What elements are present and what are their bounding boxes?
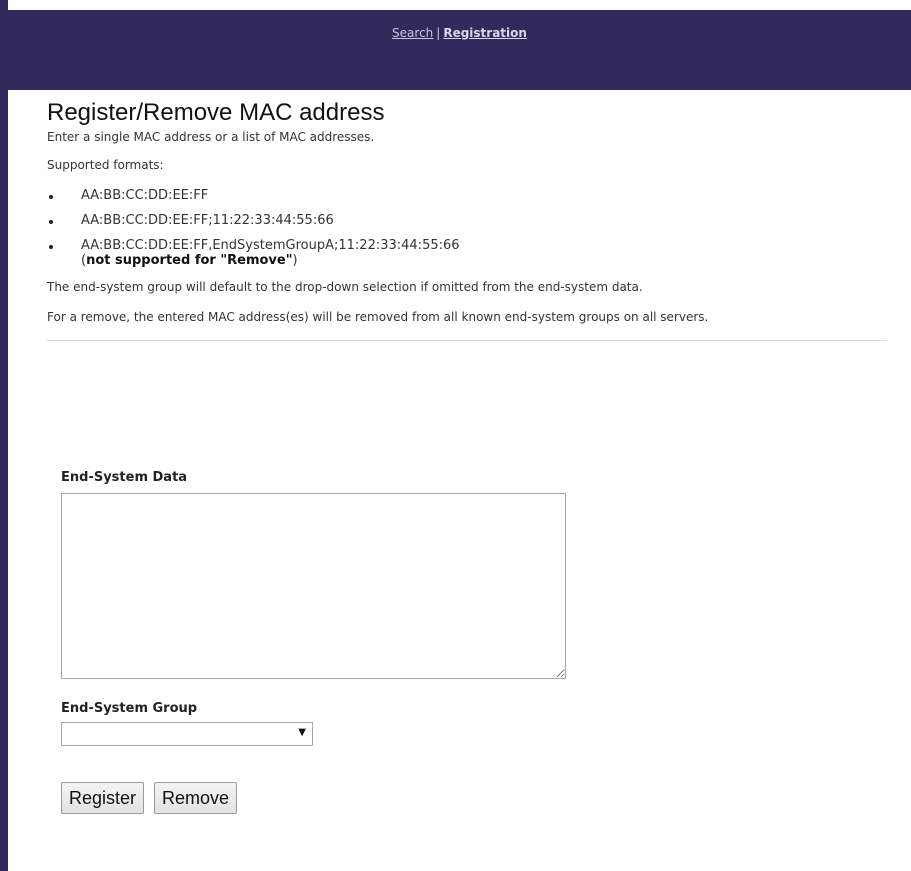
nav-link-search[interactable]: Search [392, 26, 433, 40]
top-margin [0, 0, 911, 10]
divider [47, 340, 887, 341]
list-item: AA:BB:CC:DD:EE:FF;11:22:33:44:55:66 [47, 213, 887, 228]
formats-list: AA:BB:CC:DD:EE:FF AA:BB:CC:DD:EE:FF;11:2… [47, 188, 887, 268]
format-note: (not supported for "Remove") [81, 253, 298, 268]
chevron-down-icon: ▼ [298, 727, 306, 738]
nav-separator: | [436, 26, 441, 40]
page-title: Register/Remove MAC address [47, 99, 385, 126]
top-nav: Search | Registration [8, 26, 911, 40]
note-bold: not supported for "Remove" [86, 253, 293, 268]
end-system-group-select[interactable]: ▼ [61, 722, 313, 746]
remove-button[interactable]: Remove [154, 782, 238, 814]
remove-note: For a remove, the entered MAC address(es… [47, 310, 709, 324]
supported-formats-label: Supported formats: [47, 158, 164, 172]
format-example: AA:BB:CC:DD:EE:FF [81, 188, 209, 203]
button-row: Register Remove [61, 782, 566, 814]
format-example: AA:BB:CC:DD:EE:FF;11:22:33:44:55:66 [81, 213, 334, 228]
default-group-note: The end-system group will default to the… [47, 280, 643, 294]
end-system-data-label: End-System Data [61, 470, 188, 485]
main-content: Register/Remove MAC address Enter a sing… [47, 98, 887, 341]
list-item: AA:BB:CC:DD:EE:FF [47, 188, 887, 203]
header-bar: Search | Registration [8, 10, 911, 90]
list-item: AA:BB:CC:DD:EE:FF,EndSystemGroupA;11:22:… [47, 238, 887, 268]
left-border-bar [0, 0, 8, 871]
intro-text: Enter a single MAC address or a list of … [47, 130, 375, 144]
end-system-data-textarea[interactable] [61, 493, 566, 679]
end-system-group-label: End-System Group [61, 701, 198, 716]
note-paren-close: ) [292, 253, 298, 268]
format-example: AA:BB:CC:DD:EE:FF,EndSystemGroupA;11:22:… [81, 238, 460, 253]
nav-link-registration[interactable]: Registration [443, 26, 527, 40]
registration-form: End-System Data End-System Group ▼ Regis… [61, 470, 566, 814]
register-button[interactable]: Register [61, 782, 145, 814]
